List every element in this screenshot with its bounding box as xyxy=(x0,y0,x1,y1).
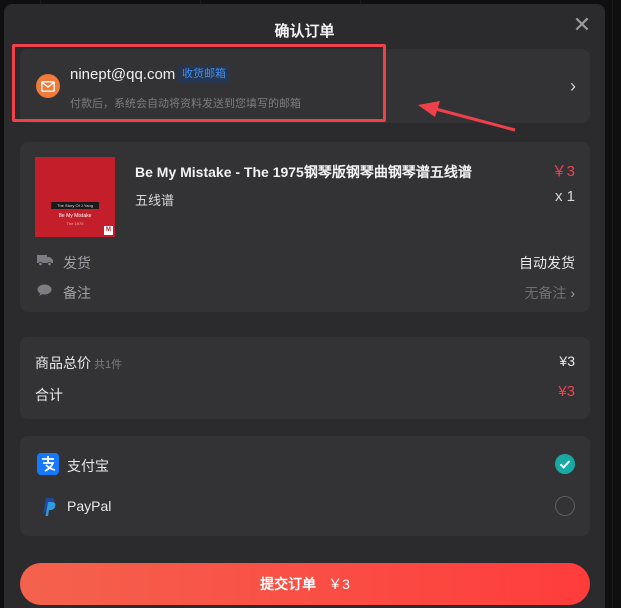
product-name: Be My Mistake - The 1975钢琴版钢琴曲钢琴谱五线谱 xyxy=(135,164,472,180)
mail-icon xyxy=(36,74,60,98)
payment-name: PayPal xyxy=(67,498,112,514)
radio-unchecked-icon[interactable] xyxy=(555,496,575,516)
shipping-value: 自动发货 xyxy=(519,255,575,271)
paypal-icon xyxy=(37,495,59,517)
note-field[interactable]: 无备注 › xyxy=(524,283,575,303)
chevron-right-icon: › xyxy=(570,285,575,301)
payment-option-paypal[interactable]: PayPal xyxy=(20,488,590,524)
item-count: 共1件 xyxy=(94,359,123,371)
comment-icon xyxy=(37,284,53,298)
alipay-icon xyxy=(37,453,59,475)
email-address: ninept@qq.com xyxy=(70,66,176,83)
submit-order-button[interactable]: 提交订单 ￥3 xyxy=(20,563,590,605)
grand-total-value: ¥3 xyxy=(558,383,575,400)
submit-amount: ￥3 xyxy=(328,576,350,592)
note-label: 备注 xyxy=(63,285,91,301)
payment-methods: 支付宝 PayPal xyxy=(20,436,590,536)
submit-label: 提交订单 xyxy=(260,576,317,592)
product-type: 五线谱 xyxy=(135,193,175,208)
email-selector[interactable]: ninept@qq.com 收货邮箱 付款后，系统会自动将资料发送到您填写的邮箱… xyxy=(20,49,590,123)
product-cover-image: The Story Of J.Yang Be My Mistake The 19… xyxy=(35,157,115,237)
payment-name: 支付宝 xyxy=(67,458,109,474)
note-value: 无备注 xyxy=(524,285,567,301)
email-hint: 付款后，系统会自动将资料发送到您填写的邮箱 xyxy=(70,98,301,110)
grand-total-label: 合计 xyxy=(35,387,63,403)
product-card: The Story Of J.Yang Be My Mistake The 19… xyxy=(20,142,590,312)
total-price-value: ¥3 xyxy=(559,353,575,369)
payment-option-alipay[interactable]: 支付宝 xyxy=(20,446,590,482)
confirm-order-dialog: 确认订单 ✕ ninept@qq.com 收货邮箱 付款后，系统会自动将资料发送… xyxy=(4,4,605,608)
shipping-label: 发货 xyxy=(63,255,91,271)
cover-title: Be My Mistake xyxy=(58,213,92,219)
total-price-label: 商品总价 xyxy=(35,355,91,371)
chevron-right-icon: › xyxy=(570,76,576,96)
radio-checked-icon[interactable] xyxy=(555,454,575,474)
product-price: ￥3 xyxy=(551,163,575,180)
email-badge: 收货邮箱 xyxy=(178,66,230,83)
product-quantity: x 1 xyxy=(554,188,575,205)
cover-banner: The Story Of J.Yang xyxy=(51,202,99,209)
truck-icon xyxy=(37,254,53,268)
total-price-row: 商品总价 共1件 xyxy=(35,353,122,373)
cover-subtitle: The 1975 xyxy=(66,221,84,226)
price-summary: 商品总价 共1件 ¥3 合计 ¥3 xyxy=(20,337,590,419)
dialog-title: 确认订单 xyxy=(274,23,335,40)
cover-logo-icon: M xyxy=(104,226,113,235)
close-icon[interactable]: ✕ xyxy=(571,14,593,36)
